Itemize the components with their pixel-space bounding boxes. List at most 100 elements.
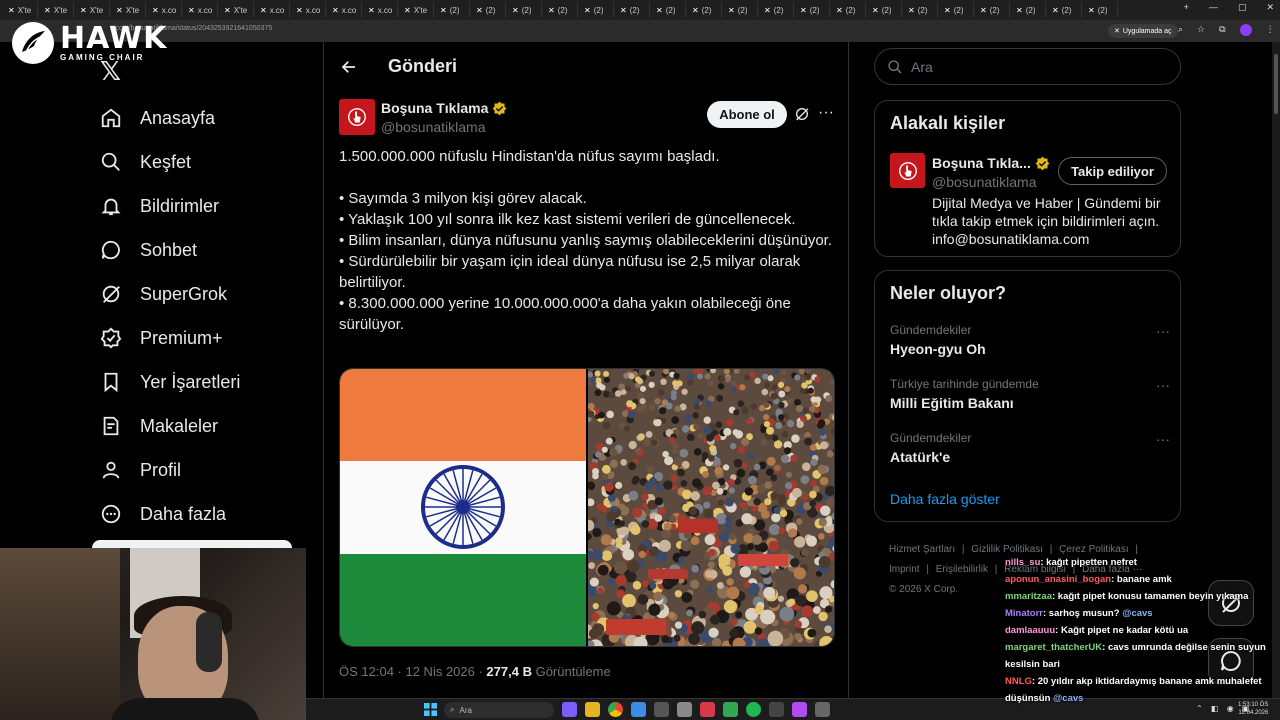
chat-username[interactable]: NNLG [1005, 676, 1032, 687]
browser-tab[interactable]: ✕ X'te [4, 2, 38, 18]
browser-tab[interactable]: ✕ (2) [436, 2, 470, 18]
windows-start-icon[interactable] [424, 703, 437, 716]
star-icon[interactable]: ☆ [1197, 24, 1205, 36]
browser-tab[interactable]: ✕ (2) [796, 2, 830, 18]
restore-icon[interactable]: ▢ [1238, 2, 1247, 13]
taskbar-search[interactable]: ⌕ Ara [444, 702, 554, 718]
spotify-icon[interactable] [746, 702, 761, 717]
nav-item-notifications[interactable]: Bildirimler [100, 184, 240, 228]
nav-item-home[interactable]: Anasayfa [100, 96, 240, 140]
app-icon[interactable] [700, 702, 715, 717]
browser-tab[interactable]: ✕ x.co [292, 2, 326, 18]
menu-icon[interactable]: ⋮ [1266, 24, 1275, 36]
browser-tab[interactable]: ✕ (2) [544, 2, 578, 18]
nav-item-more[interactable]: Daha fazla [100, 492, 240, 536]
chrome-icon[interactable] [608, 702, 623, 717]
browser-tab[interactable]: ✕ x.co [256, 2, 290, 18]
nav-item-articles[interactable]: Makaleler [100, 404, 240, 448]
india-flag-image[interactable] [340, 369, 586, 646]
grok-icon[interactable] [794, 106, 810, 122]
browser-tab[interactable]: ✕ (2) [472, 2, 506, 18]
nav-item-chat[interactable]: Sohbet [100, 228, 240, 272]
nav-item-supergrok[interactable]: SuperGrok [100, 272, 240, 316]
trend-item[interactable]: Gündemdekiler Hyeon-gyu Oh ··· [890, 323, 1170, 357]
trend-more-icon[interactable]: ··· [1156, 377, 1170, 393]
browser-tab[interactable]: ✕ X'te [40, 2, 74, 18]
show-more-link[interactable]: Daha fazla göster [890, 491, 1000, 507]
browser-tab[interactable]: ✕ (2) [508, 2, 542, 18]
following-button[interactable]: Takip ediliyor [1058, 157, 1167, 185]
browser-tab[interactable]: ✕ (2) [940, 2, 974, 18]
app-icon[interactable] [654, 702, 669, 717]
footer-link[interactable]: Hizmet Şartları [889, 544, 955, 555]
back-button[interactable] [338, 56, 360, 78]
nav-item-explore[interactable]: Keşfet [100, 140, 240, 184]
nav-item-profile[interactable]: Profil [100, 448, 240, 492]
app-icon[interactable] [562, 702, 577, 717]
app-icon[interactable] [677, 702, 692, 717]
browser-tab[interactable]: ✕ (2) [1012, 2, 1046, 18]
browser-tab[interactable]: ✕ X'te [220, 2, 254, 18]
browser-tab[interactable]: ✕ (2) [1048, 2, 1082, 18]
post-author-name[interactable]: Boşuna Tıklama [381, 100, 507, 116]
browser-tab[interactable]: ✕ (2) [976, 2, 1010, 18]
browser-tab[interactable]: ✕ (2) [724, 2, 758, 18]
open-in-app-button[interactable]: ✕ Uygulamada aç [1108, 24, 1178, 38]
plus-icon[interactable]: + [1184, 2, 1189, 13]
post-author-handle[interactable]: @bosunatiklama [381, 119, 486, 135]
browser-tab[interactable]: ✕ x.co [364, 2, 398, 18]
chat-username[interactable]: Minatorr [1005, 608, 1043, 619]
post-media[interactable] [339, 368, 835, 647]
browser-tab[interactable]: ✕ (2) [904, 2, 938, 18]
browser-tab[interactable]: ✕ (2) [1084, 2, 1118, 18]
browser-tab[interactable]: ✕ (2) [616, 2, 650, 18]
app-icon[interactable] [769, 702, 784, 717]
nav-item-premium[interactable]: Premium+ [100, 316, 240, 360]
footer-link[interactable]: Imprint [889, 564, 920, 575]
address-bar[interactable]: x.com/bosunatiklama/status/2043253921641… [0, 20, 1280, 42]
chat-username[interactable]: damlaauuu [1005, 625, 1055, 636]
app-icon[interactable] [723, 702, 738, 717]
app-icon[interactable] [585, 702, 600, 717]
close-icon[interactable]: ✕ [1266, 2, 1274, 13]
more-options-icon[interactable]: ··· [818, 104, 834, 122]
app-icon[interactable] [631, 702, 646, 717]
chat-username[interactable]: nills_su [1005, 557, 1040, 568]
extensions-icon[interactable]: ⧉ [1219, 24, 1225, 36]
post-timestamp[interactable]: ÖS 12:04 · 12 Nis 2026 · [339, 664, 486, 679]
subscribe-button[interactable]: Abone ol [707, 101, 787, 128]
post-author-avatar[interactable] [339, 99, 375, 135]
nav-item-bookmarks[interactable]: Yer İşaretleri [100, 360, 240, 404]
minimize-icon[interactable]: — [1209, 2, 1218, 13]
browser-tab[interactable]: ✕ X'te [112, 2, 146, 18]
trend-item[interactable]: Türkiye tarihinde gündemde Milli Eğitim … [890, 377, 1170, 411]
trend-more-icon[interactable]: ··· [1156, 323, 1170, 339]
profile-avatar[interactable] [1239, 24, 1252, 36]
crowd-street-image[interactable] [586, 369, 834, 646]
trend-more-icon[interactable]: ··· [1156, 431, 1170, 447]
browser-tab[interactable]: ✕ (2) [868, 2, 902, 18]
browser-tab[interactable]: ✕ (2) [760, 2, 794, 18]
browser-tab[interactable]: ✕ x.co [328, 2, 362, 18]
app-icon[interactable] [815, 702, 830, 717]
browser-tab[interactable]: ✕ x.co [148, 2, 182, 18]
browser-tab[interactable]: ✕ (2) [832, 2, 866, 18]
chat-username[interactable]: mmaritzaa [1005, 591, 1052, 602]
footer-link[interactable]: Erişilebilirlik [936, 564, 988, 575]
scrollbar-thumb[interactable] [1274, 54, 1278, 114]
browser-tab[interactable]: ✕ X'te [76, 2, 110, 18]
search-input[interactable]: Ara [874, 48, 1181, 85]
related-name[interactable]: Boşuna Tıkla... [932, 155, 1050, 171]
browser-tab[interactable]: ✕ (2) [688, 2, 722, 18]
chat-username[interactable]: aponun_anasini_bogan [1005, 574, 1111, 585]
zoom-icon[interactable]: ⌕ [1178, 24, 1183, 36]
browser-tab[interactable]: ✕ X'te [400, 2, 434, 18]
browser-tab[interactable]: ✕ x.co [184, 2, 218, 18]
trend-item[interactable]: Gündemdekiler Atatürk'e ··· [890, 431, 1170, 465]
browser-tab[interactable]: ✕ (2) [652, 2, 686, 18]
related-handle[interactable]: @bosunatiklama [932, 174, 1037, 190]
chat-username[interactable]: margaret_thatcherUK [1005, 642, 1102, 653]
browser-tab[interactable]: ✕ (2) [580, 2, 614, 18]
related-avatar[interactable] [890, 153, 925, 188]
app-icon[interactable] [792, 702, 807, 717]
